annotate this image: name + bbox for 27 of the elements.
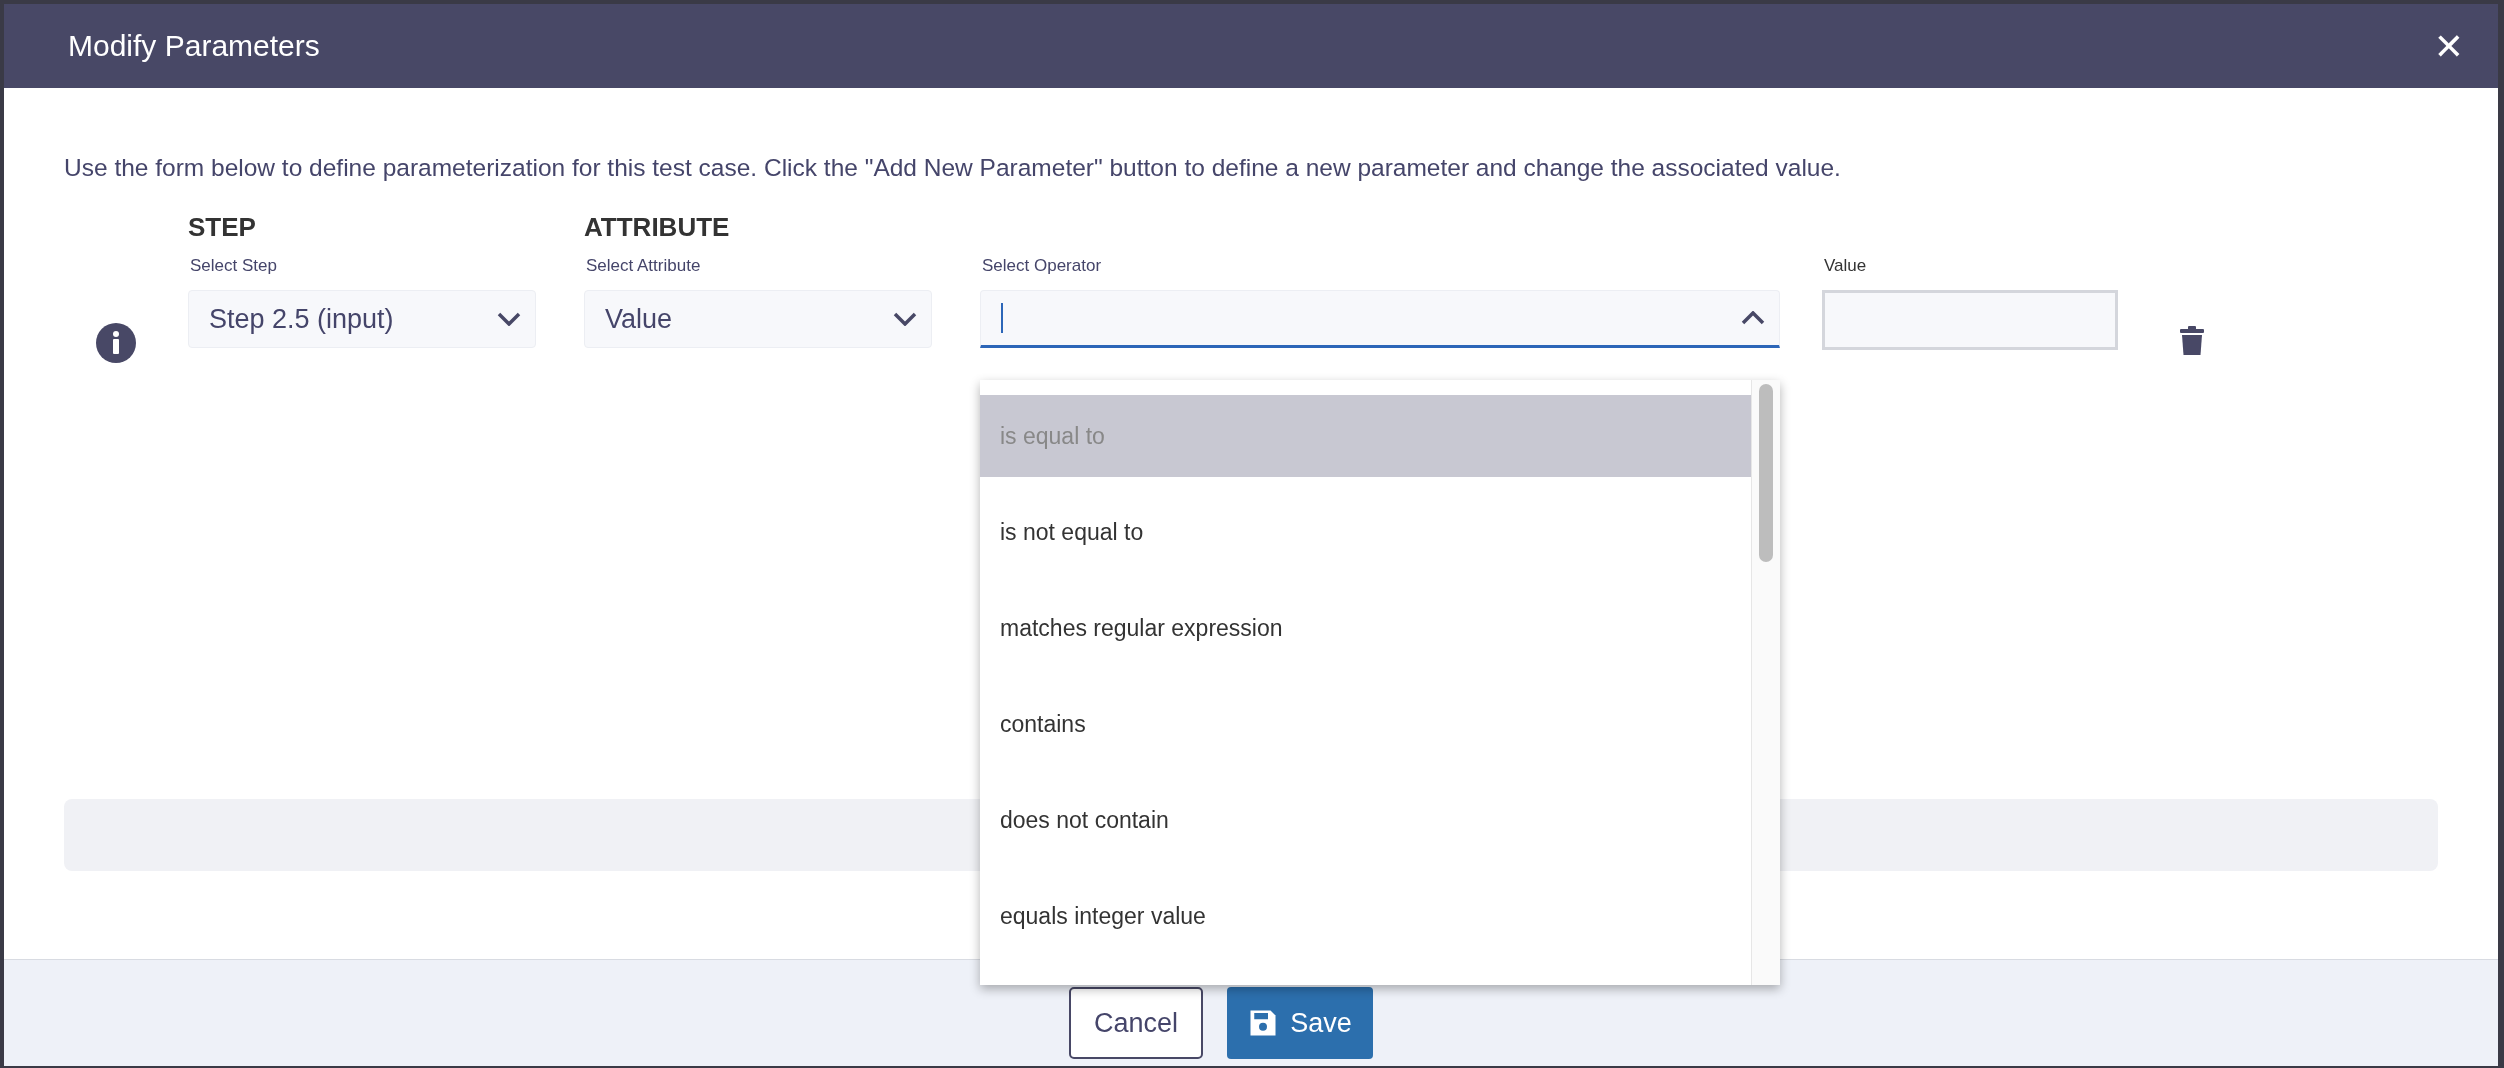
step-select[interactable]: Step 2.5 (input) [188,290,536,348]
field-label: Value [1823,256,1868,276]
dropdown-option[interactable]: equals integer value [980,875,1751,957]
chevron-up-icon [1741,311,1765,325]
operator-select[interactable] [980,290,1780,348]
dropdown-option[interactable]: contains [980,683,1751,765]
dropdown-option[interactable]: is not equal to [980,491,1751,573]
chevron-down-icon [893,312,917,326]
field-label: Select Operator [981,256,1103,276]
dropdown-option[interactable]: does not contain [980,779,1751,861]
dialog-title: Modify Parameters [68,29,320,63]
save-button[interactable]: Save [1227,987,1373,1059]
text-cursor [1001,303,1003,333]
instructions-text: Use the form below to define parameterization for this test case. Click the "Add New Parameter" button to define a new parameter and change the associated value. [64,154,1842,182]
close-button[interactable]: ✕ [2433,25,2464,67]
scrollbar-thumb[interactable] [1759,384,1773,562]
info-icon[interactable] [96,323,136,363]
trash-icon[interactable] [2180,325,2204,357]
field-label: Select Step [189,256,278,276]
value-field[interactable] [1822,290,2118,350]
attribute-select[interactable]: Value [584,290,932,348]
chevron-down-icon [497,312,521,326]
cancel-button[interactable]: Cancel [1069,987,1203,1059]
dropdown-option[interactable]: matches regular expression [980,587,1751,669]
field-label: Select Attribute [585,256,702,276]
column-heading: ATTRIBUTE [584,212,731,244]
column-heading: STEP [188,212,257,244]
